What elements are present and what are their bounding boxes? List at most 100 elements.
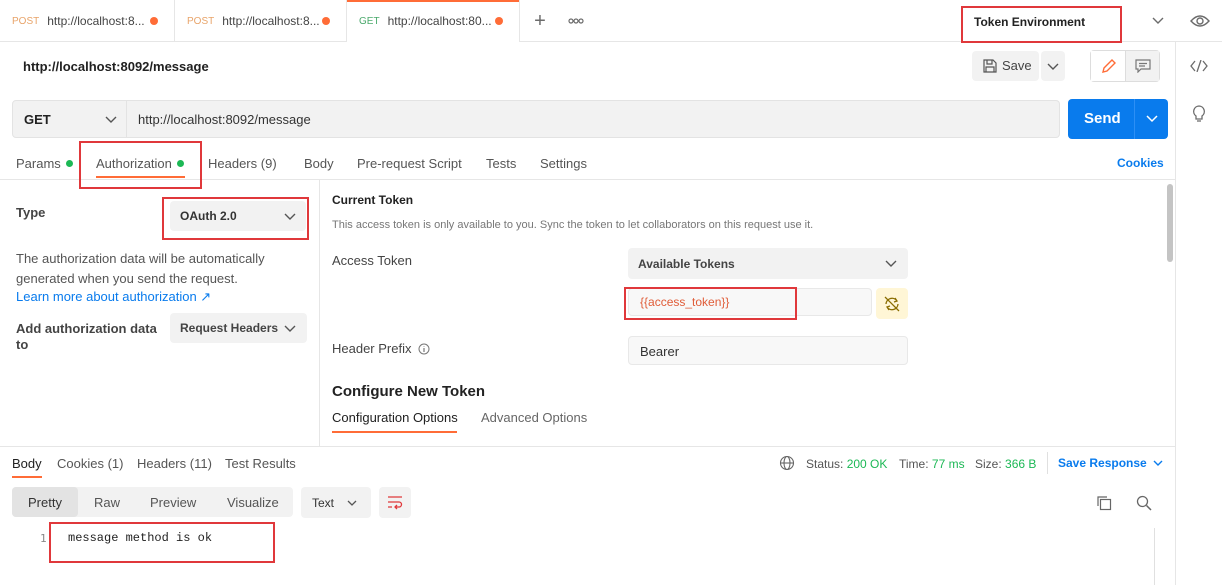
- learn-more-link[interactable]: Learn more about authorization ↗: [16, 289, 211, 305]
- request-tab-1[interactable]: POST http://localhost:8...: [0, 0, 175, 42]
- response-body-text[interactable]: message method is ok: [68, 531, 212, 545]
- tab-params[interactable]: Params: [16, 156, 73, 171]
- chevron-down-icon: [284, 213, 296, 220]
- send-button[interactable]: Send: [1068, 99, 1168, 139]
- tab-prerequest-script[interactable]: Pre-request Script: [357, 156, 462, 171]
- add-to-select[interactable]: Request Headers: [170, 313, 307, 343]
- tab-tests[interactable]: Tests: [486, 156, 516, 171]
- right-sidebar: [1175, 42, 1222, 585]
- code-icon[interactable]: [1188, 58, 1210, 74]
- method-value: GET: [24, 112, 51, 127]
- search-icon[interactable]: [1136, 495, 1152, 511]
- cookies-link[interactable]: Cookies: [1117, 156, 1164, 170]
- eye-icon[interactable]: [1188, 12, 1212, 30]
- wrap-lines-button[interactable]: [379, 487, 411, 518]
- type-label: Type: [16, 205, 46, 220]
- save-response-button[interactable]: Save Response: [1058, 456, 1147, 470]
- chevron-down-icon: [105, 116, 117, 123]
- separator: [1047, 452, 1048, 474]
- headers-count: (9): [260, 156, 277, 171]
- copy-icon[interactable]: [1096, 495, 1112, 511]
- auth-left-panel: Type OAuth 2.0 The authorization data wi…: [0, 180, 320, 446]
- access-token-value: {{access_token}}: [640, 295, 730, 309]
- sync-token-button[interactable]: [876, 288, 908, 319]
- environment-chevron-down-icon[interactable]: [1150, 13, 1166, 29]
- response-headers-count: (11): [189, 456, 212, 471]
- response-cookies-label: Cookies: [57, 456, 104, 471]
- chevron-down-icon: [284, 325, 296, 332]
- save-button[interactable]: Save: [972, 51, 1039, 81]
- size-readout: Size: 366 B: [975, 457, 1036, 471]
- tab-method: POST: [12, 15, 40, 27]
- more-tabs-icon[interactable]: [564, 10, 588, 32]
- edit-mode-button[interactable]: [1091, 51, 1126, 81]
- tab-params-label: Params: [16, 156, 61, 171]
- request-tab-2[interactable]: POST http://localhost:8...: [175, 0, 347, 42]
- header-prefix-input[interactable]: Bearer: [628, 336, 908, 365]
- auth-type-select[interactable]: OAuth 2.0: [170, 201, 306, 231]
- tab-settings[interactable]: Settings: [540, 156, 587, 171]
- add-to-label-line1: Add authorization data: [16, 321, 157, 336]
- tab-body[interactable]: Body: [304, 156, 334, 171]
- tab-method: POST: [187, 15, 215, 27]
- available-tokens-select[interactable]: Available Tokens: [628, 248, 908, 279]
- available-tokens-label: Available Tokens: [638, 257, 735, 271]
- save-label: Save: [1002, 58, 1032, 73]
- request-tab-3[interactable]: GET http://localhost:80...: [347, 0, 520, 42]
- editor-scroll-track: [1154, 528, 1155, 585]
- tab-advanced-options[interactable]: Advanced Options: [481, 410, 587, 425]
- configure-token-title: Configure New Token: [332, 383, 486, 400]
- save-options-button[interactable]: [1041, 51, 1065, 81]
- access-token-input[interactable]: {{access_token}}: [628, 288, 872, 316]
- environment-name[interactable]: Token Environment: [974, 15, 1085, 29]
- tab-authorization-label: Authorization: [96, 156, 172, 171]
- send-chevron-down-icon: [1146, 115, 1158, 123]
- chevron-down-icon: [1047, 63, 1059, 70]
- response-tab-test-results[interactable]: Test Results: [225, 456, 296, 471]
- header-prefix-label: Header Prefix: [332, 341, 430, 356]
- tab-headers[interactable]: Headers (9): [208, 156, 277, 171]
- save-response-chevron-icon[interactable]: [1153, 460, 1163, 467]
- comment-icon: [1135, 59, 1151, 73]
- current-token-title: Current Token: [332, 193, 414, 207]
- view-pretty-label: Pretty: [28, 495, 62, 510]
- auth-info-line2: generated when you send the request.: [16, 271, 238, 286]
- unsaved-dot: [150, 17, 158, 25]
- view-preview-button[interactable]: Preview: [150, 495, 196, 510]
- tab-authorization[interactable]: Authorization: [96, 156, 184, 171]
- time-label: Time:: [899, 457, 929, 471]
- wrap-lines-icon: [388, 496, 403, 510]
- send-divider: [1134, 99, 1135, 139]
- request-title[interactable]: http://localhost:8092/message: [23, 59, 209, 74]
- view-pretty-button[interactable]: Pretty: [12, 487, 78, 517]
- url-input[interactable]: http://localhost:8092/message: [127, 100, 1060, 138]
- unsaved-dot: [495, 17, 503, 25]
- new-tab-plus-icon[interactable]: +: [528, 10, 552, 32]
- tab-configuration-options[interactable]: Configuration Options: [332, 410, 458, 425]
- response-tab-cookies[interactable]: Cookies (1): [57, 456, 123, 471]
- tab-headers-label: Headers: [208, 156, 258, 171]
- view-mode-segment: Pretty Raw Preview Visualize: [12, 487, 293, 517]
- lightbulb-icon[interactable]: [1189, 104, 1209, 124]
- size-label: Size:: [975, 457, 1002, 471]
- response-tab-body[interactable]: Body: [12, 456, 42, 471]
- size-value: 366 B: [1005, 457, 1037, 471]
- view-raw-button[interactable]: Raw: [94, 495, 120, 510]
- status-dot: [65, 160, 73, 167]
- response-tab-headers[interactable]: Headers (11): [137, 456, 212, 471]
- tab-bar: POST http://localhost:8... POST http://l…: [0, 0, 1222, 42]
- scrollbar-thumb[interactable]: [1167, 184, 1173, 262]
- method-select[interactable]: GET: [12, 100, 127, 138]
- auth-right-panel: Current Token This access token is only …: [320, 180, 1168, 446]
- format-value: Text: [312, 496, 335, 510]
- status-value: 200 OK: [846, 457, 888, 471]
- info-icon: [418, 343, 430, 355]
- comment-mode-button[interactable]: [1126, 51, 1159, 81]
- pencil-icon: [1102, 59, 1116, 73]
- view-visualize-button[interactable]: Visualize: [227, 495, 279, 510]
- format-select[interactable]: Text: [301, 487, 371, 518]
- tab-method: GET: [359, 15, 380, 27]
- response-headers-label: Headers: [137, 456, 187, 471]
- active-tab-underline: [96, 176, 185, 178]
- status-readout: Status: 200 OK: [806, 457, 887, 471]
